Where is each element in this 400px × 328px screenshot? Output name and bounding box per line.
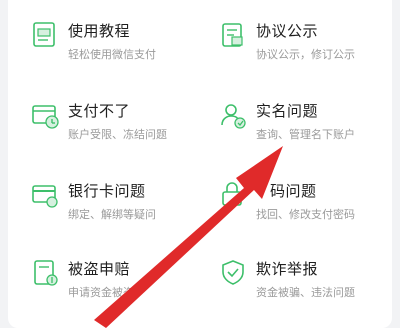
payment-failed-entry[interactable]: 支付不了 账户受限、冻结问题 xyxy=(30,100,210,160)
tutorial-entry[interactable]: 使用教程 轻松使用微信支付 xyxy=(30,20,210,80)
payment-failed-title: 支付不了 xyxy=(68,102,131,120)
theft-claim-icon xyxy=(30,258,60,288)
real-name-entry[interactable]: 实名问题 查询、管理名下账户 xyxy=(218,100,398,160)
password-title: 码问题 xyxy=(270,182,317,200)
agreement-subtitle: 协议公示，修订公示 xyxy=(256,48,355,61)
password-icon xyxy=(218,180,248,210)
payment-failed-subtitle: 账户受限、冻结问题 xyxy=(68,128,167,141)
real-name-title: 实名问题 xyxy=(256,102,319,120)
fraud-report-title: 欺诈举报 xyxy=(256,260,319,278)
bank-card-icon xyxy=(30,180,60,210)
tutorial-subtitle: 轻松使用微信支付 xyxy=(68,48,156,61)
fraud-report-icon xyxy=(218,258,248,288)
theft-claim-entry[interactable]: 被盗申赔 申请资金被盗 xyxy=(30,258,210,318)
bank-card-title: 银行卡问题 xyxy=(68,182,146,200)
fraud-report-entry[interactable]: 欺诈举报 资金被骗、违法问题 xyxy=(218,258,398,318)
theft-claim-title: 被盗申赔 xyxy=(68,260,131,278)
agreement-title: 协议公示 xyxy=(256,22,319,40)
tutorial-title: 使用教程 xyxy=(68,22,131,40)
payment-blocked-icon xyxy=(30,100,60,130)
theft-claim-subtitle: 申请资金被盗 xyxy=(68,286,134,299)
tutorial-doc-icon xyxy=(30,20,60,50)
help-card: 使用教程 轻松使用微信支付 协议公示 协议公示，修订公示 支付不了 账户受限、冻… xyxy=(8,0,392,328)
agreement-entry[interactable]: 协议公示 协议公示，修订公示 xyxy=(218,20,398,80)
bank-card-subtitle: 绑定、解绑等疑问 xyxy=(68,208,156,221)
password-entry[interactable]: 码问题 找回、修改支付密码 xyxy=(218,180,398,240)
bank-card-entry[interactable]: 银行卡问题 绑定、解绑等疑问 xyxy=(30,180,210,240)
agreement-doc-icon xyxy=(218,20,248,50)
user-verify-icon xyxy=(218,100,248,130)
password-subtitle: 找回、修改支付密码 xyxy=(256,208,355,221)
fraud-report-subtitle: 资金被骗、违法问题 xyxy=(256,286,355,299)
real-name-subtitle: 查询、管理名下账户 xyxy=(256,128,355,141)
